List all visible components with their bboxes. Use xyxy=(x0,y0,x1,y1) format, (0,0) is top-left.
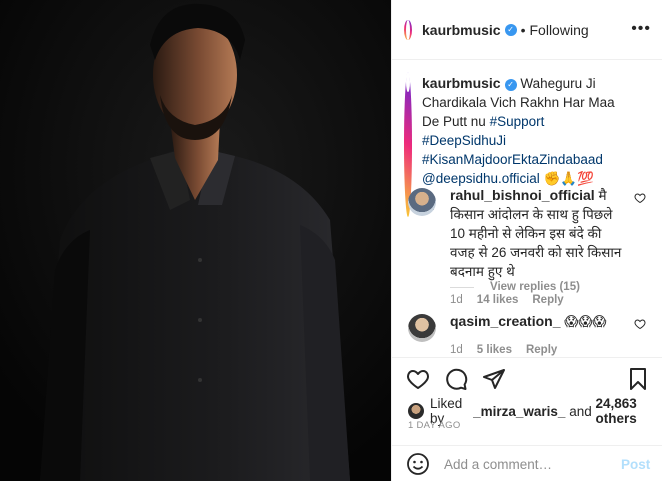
add-comment-bar: Post xyxy=(392,445,662,481)
action-icons xyxy=(406,367,506,391)
separator-dot: • xyxy=(520,21,526,38)
instagram-post: kaurbmusic ✓ • Following ••• kaurbmusic ✓… xyxy=(0,0,662,481)
comment-reply-button[interactable]: Reply xyxy=(532,291,563,310)
author-avatar[interactable] xyxy=(404,19,412,40)
comment-likes[interactable]: 14 likes xyxy=(477,291,519,310)
following-button[interactable]: Following xyxy=(530,22,589,38)
comment-username[interactable]: qasim_creation_ xyxy=(450,313,561,329)
hashtag-deepsidhuji[interactable]: #DeepSidhuJi xyxy=(422,133,506,148)
author-username[interactable]: kaurbmusic xyxy=(422,22,501,38)
hashtag-kisanmajdoor[interactable]: #KisanMajdoorEktaZindabaad xyxy=(422,152,603,167)
comment-icon[interactable] xyxy=(444,367,468,391)
more-options-icon[interactable]: ••• xyxy=(631,20,651,38)
comment-username[interactable]: rahul_bishnoi_official xyxy=(450,187,595,203)
caption-emoji: ✊🙏💯 xyxy=(543,171,594,186)
share-icon[interactable] xyxy=(482,367,506,391)
likes-count[interactable]: 24,863 others xyxy=(595,396,662,426)
emoji-icon[interactable] xyxy=(406,452,430,476)
liker-avatar[interactable] xyxy=(408,403,424,419)
post-photo-image xyxy=(0,0,391,481)
post-side-panel: kaurbmusic ✓ • Following ••• kaurbmusic ✓… xyxy=(391,0,662,481)
verified-icon: ✓ xyxy=(504,23,517,36)
view-replies-label: View replies (15) xyxy=(490,281,580,293)
likes-middle: and xyxy=(569,403,592,419)
comment-text: 😱😱😱 xyxy=(564,314,607,329)
bookmark-icon[interactable] xyxy=(626,367,650,391)
post-actions-section: Liked by _mirza_waris_ and 24,863 others… xyxy=(392,357,662,481)
liker-username[interactable]: _mirza_waris_ xyxy=(473,404,565,419)
post-photo[interactable] xyxy=(0,0,391,481)
post-time-ago[interactable]: 1 DAY AGO xyxy=(408,420,461,431)
add-comment-input[interactable] xyxy=(444,456,621,472)
caption-username[interactable]: kaurbmusic xyxy=(422,75,501,91)
mention-deepsidhu[interactable]: @deepsidhu.official xyxy=(422,171,540,186)
heart-icon[interactable] xyxy=(406,367,430,391)
view-replies-button[interactable]: View replies (15) xyxy=(450,281,580,293)
post-comment-button[interactable]: Post xyxy=(621,457,650,472)
comment-item: qasim_creation_ 😱😱😱 1d 5 likes Reply xyxy=(408,312,656,360)
caption-verified-icon: ✓ xyxy=(504,79,517,91)
comment-avatar[interactable] xyxy=(408,314,436,342)
hashtag-support[interactable]: #Support xyxy=(490,114,545,129)
post-header: kaurbmusic ✓ • Following ••• xyxy=(392,0,662,60)
replies-divider xyxy=(450,286,474,288)
comment-like-icon[interactable] xyxy=(634,318,646,330)
comment-like-icon[interactable] xyxy=(634,192,646,204)
comment-time[interactable]: 1d xyxy=(450,291,463,310)
comment-avatar[interactable] xyxy=(408,188,436,216)
